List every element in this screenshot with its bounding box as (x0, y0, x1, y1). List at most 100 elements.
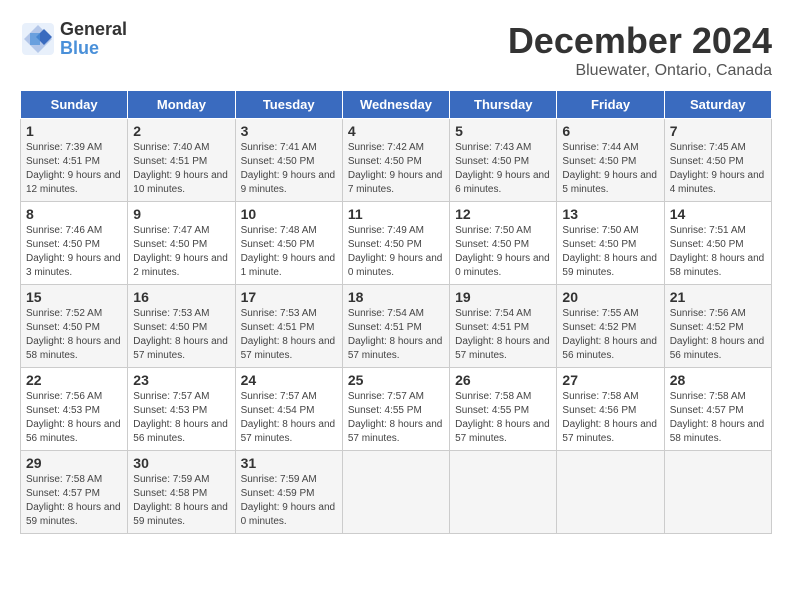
weekday-header-thursday: Thursday (450, 91, 557, 119)
calendar-week-4: 22 Sunrise: 7:56 AM Sunset: 4:53 PM Dayl… (21, 368, 772, 451)
calendar-cell: 14 Sunrise: 7:51 AM Sunset: 4:50 PM Dayl… (664, 202, 771, 285)
day-info: Sunrise: 7:46 AM Sunset: 4:50 PM Dayligh… (26, 224, 122, 280)
day-number: 11 (348, 206, 444, 222)
day-info: Sunrise: 7:58 AM Sunset: 4:55 PM Dayligh… (455, 390, 551, 446)
day-number: 1 (26, 123, 122, 139)
calendar-cell: 12 Sunrise: 7:50 AM Sunset: 4:50 PM Dayl… (450, 202, 557, 285)
day-number: 17 (241, 289, 337, 305)
calendar-cell: 17 Sunrise: 7:53 AM Sunset: 4:51 PM Dayl… (235, 285, 342, 368)
calendar-table: SundayMondayTuesdayWednesdayThursdayFrid… (20, 90, 772, 534)
calendar-cell: 23 Sunrise: 7:57 AM Sunset: 4:53 PM Dayl… (128, 368, 235, 451)
day-number: 8 (26, 206, 122, 222)
calendar-cell: 11 Sunrise: 7:49 AM Sunset: 4:50 PM Dayl… (342, 202, 449, 285)
day-number: 7 (670, 123, 766, 139)
calendar-cell: 20 Sunrise: 7:55 AM Sunset: 4:52 PM Dayl… (557, 285, 664, 368)
calendar-cell: 9 Sunrise: 7:47 AM Sunset: 4:50 PM Dayli… (128, 202, 235, 285)
day-info: Sunrise: 7:59 AM Sunset: 4:59 PM Dayligh… (241, 473, 337, 529)
calendar-cell: 16 Sunrise: 7:53 AM Sunset: 4:50 PM Dayl… (128, 285, 235, 368)
calendar-cell (342, 451, 449, 534)
calendar-cell: 1 Sunrise: 7:39 AM Sunset: 4:51 PM Dayli… (21, 119, 128, 202)
day-number: 20 (562, 289, 658, 305)
day-info: Sunrise: 7:56 AM Sunset: 4:52 PM Dayligh… (670, 307, 766, 363)
day-info: Sunrise: 7:41 AM Sunset: 4:50 PM Dayligh… (241, 141, 337, 197)
calendar-cell: 18 Sunrise: 7:54 AM Sunset: 4:51 PM Dayl… (342, 285, 449, 368)
calendar-cell: 8 Sunrise: 7:46 AM Sunset: 4:50 PM Dayli… (21, 202, 128, 285)
calendar-cell: 19 Sunrise: 7:54 AM Sunset: 4:51 PM Dayl… (450, 285, 557, 368)
weekday-header-saturday: Saturday (664, 91, 771, 119)
subtitle: Bluewater, Ontario, Canada (508, 62, 772, 80)
day-number: 10 (241, 206, 337, 222)
calendar-week-3: 15 Sunrise: 7:52 AM Sunset: 4:50 PM Dayl… (21, 285, 772, 368)
calendar-cell: 3 Sunrise: 7:41 AM Sunset: 4:50 PM Dayli… (235, 119, 342, 202)
calendar-cell (557, 451, 664, 534)
day-info: Sunrise: 7:58 AM Sunset: 4:57 PM Dayligh… (670, 390, 766, 446)
day-number: 16 (133, 289, 229, 305)
page-header: General Blue December 2024 Bluewater, On… (20, 20, 772, 80)
calendar-cell (450, 451, 557, 534)
day-info: Sunrise: 7:53 AM Sunset: 4:50 PM Dayligh… (133, 307, 229, 363)
calendar-cell (664, 451, 771, 534)
day-number: 3 (241, 123, 337, 139)
day-number: 28 (670, 372, 766, 388)
weekday-header-row: SundayMondayTuesdayWednesdayThursdayFrid… (21, 91, 772, 119)
day-info: Sunrise: 7:45 AM Sunset: 4:50 PM Dayligh… (670, 141, 766, 197)
day-number: 22 (26, 372, 122, 388)
weekday-header-tuesday: Tuesday (235, 91, 342, 119)
calendar-week-1: 1 Sunrise: 7:39 AM Sunset: 4:51 PM Dayli… (21, 119, 772, 202)
calendar-cell: 6 Sunrise: 7:44 AM Sunset: 4:50 PM Dayli… (557, 119, 664, 202)
logo: General Blue (20, 20, 127, 58)
weekday-header-sunday: Sunday (21, 91, 128, 119)
day-info: Sunrise: 7:40 AM Sunset: 4:51 PM Dayligh… (133, 141, 229, 197)
day-info: Sunrise: 7:39 AM Sunset: 4:51 PM Dayligh… (26, 141, 122, 197)
calendar-cell: 7 Sunrise: 7:45 AM Sunset: 4:50 PM Dayli… (664, 119, 771, 202)
logo-blue: Blue (60, 38, 99, 58)
calendar-header: SundayMondayTuesdayWednesdayThursdayFrid… (21, 91, 772, 119)
logo-text: General Blue (60, 20, 127, 58)
calendar-cell: 30 Sunrise: 7:59 AM Sunset: 4:58 PM Dayl… (128, 451, 235, 534)
logo-general: General (60, 19, 127, 39)
day-info: Sunrise: 7:47 AM Sunset: 4:50 PM Dayligh… (133, 224, 229, 280)
calendar-body: 1 Sunrise: 7:39 AM Sunset: 4:51 PM Dayli… (21, 119, 772, 534)
calendar-cell: 4 Sunrise: 7:42 AM Sunset: 4:50 PM Dayli… (342, 119, 449, 202)
day-info: Sunrise: 7:59 AM Sunset: 4:58 PM Dayligh… (133, 473, 229, 529)
calendar-cell: 29 Sunrise: 7:58 AM Sunset: 4:57 PM Dayl… (21, 451, 128, 534)
day-number: 23 (133, 372, 229, 388)
logo-icon (20, 21, 56, 57)
day-info: Sunrise: 7:44 AM Sunset: 4:50 PM Dayligh… (562, 141, 658, 197)
calendar-week-5: 29 Sunrise: 7:58 AM Sunset: 4:57 PM Dayl… (21, 451, 772, 534)
calendar-cell: 24 Sunrise: 7:57 AM Sunset: 4:54 PM Dayl… (235, 368, 342, 451)
day-info: Sunrise: 7:56 AM Sunset: 4:53 PM Dayligh… (26, 390, 122, 446)
weekday-header-friday: Friday (557, 91, 664, 119)
calendar-week-2: 8 Sunrise: 7:46 AM Sunset: 4:50 PM Dayli… (21, 202, 772, 285)
day-info: Sunrise: 7:42 AM Sunset: 4:50 PM Dayligh… (348, 141, 444, 197)
calendar-cell: 27 Sunrise: 7:58 AM Sunset: 4:56 PM Dayl… (557, 368, 664, 451)
calendar-cell: 25 Sunrise: 7:57 AM Sunset: 4:55 PM Dayl… (342, 368, 449, 451)
day-number: 15 (26, 289, 122, 305)
day-number: 30 (133, 455, 229, 471)
day-info: Sunrise: 7:58 AM Sunset: 4:56 PM Dayligh… (562, 390, 658, 446)
day-number: 9 (133, 206, 229, 222)
calendar-cell: 13 Sunrise: 7:50 AM Sunset: 4:50 PM Dayl… (557, 202, 664, 285)
day-info: Sunrise: 7:57 AM Sunset: 4:53 PM Dayligh… (133, 390, 229, 446)
day-number: 26 (455, 372, 551, 388)
main-title: December 2024 (508, 20, 772, 62)
calendar-cell: 31 Sunrise: 7:59 AM Sunset: 4:59 PM Dayl… (235, 451, 342, 534)
calendar-cell: 28 Sunrise: 7:58 AM Sunset: 4:57 PM Dayl… (664, 368, 771, 451)
day-number: 12 (455, 206, 551, 222)
day-number: 13 (562, 206, 658, 222)
day-info: Sunrise: 7:51 AM Sunset: 4:50 PM Dayligh… (670, 224, 766, 280)
day-info: Sunrise: 7:57 AM Sunset: 4:55 PM Dayligh… (348, 390, 444, 446)
day-info: Sunrise: 7:50 AM Sunset: 4:50 PM Dayligh… (562, 224, 658, 280)
day-info: Sunrise: 7:43 AM Sunset: 4:50 PM Dayligh… (455, 141, 551, 197)
day-number: 31 (241, 455, 337, 471)
day-number: 24 (241, 372, 337, 388)
day-info: Sunrise: 7:53 AM Sunset: 4:51 PM Dayligh… (241, 307, 337, 363)
calendar-cell: 26 Sunrise: 7:58 AM Sunset: 4:55 PM Dayl… (450, 368, 557, 451)
day-info: Sunrise: 7:50 AM Sunset: 4:50 PM Dayligh… (455, 224, 551, 280)
day-number: 6 (562, 123, 658, 139)
day-info: Sunrise: 7:49 AM Sunset: 4:50 PM Dayligh… (348, 224, 444, 280)
day-info: Sunrise: 7:54 AM Sunset: 4:51 PM Dayligh… (455, 307, 551, 363)
day-number: 4 (348, 123, 444, 139)
day-number: 19 (455, 289, 551, 305)
calendar-cell: 22 Sunrise: 7:56 AM Sunset: 4:53 PM Dayl… (21, 368, 128, 451)
